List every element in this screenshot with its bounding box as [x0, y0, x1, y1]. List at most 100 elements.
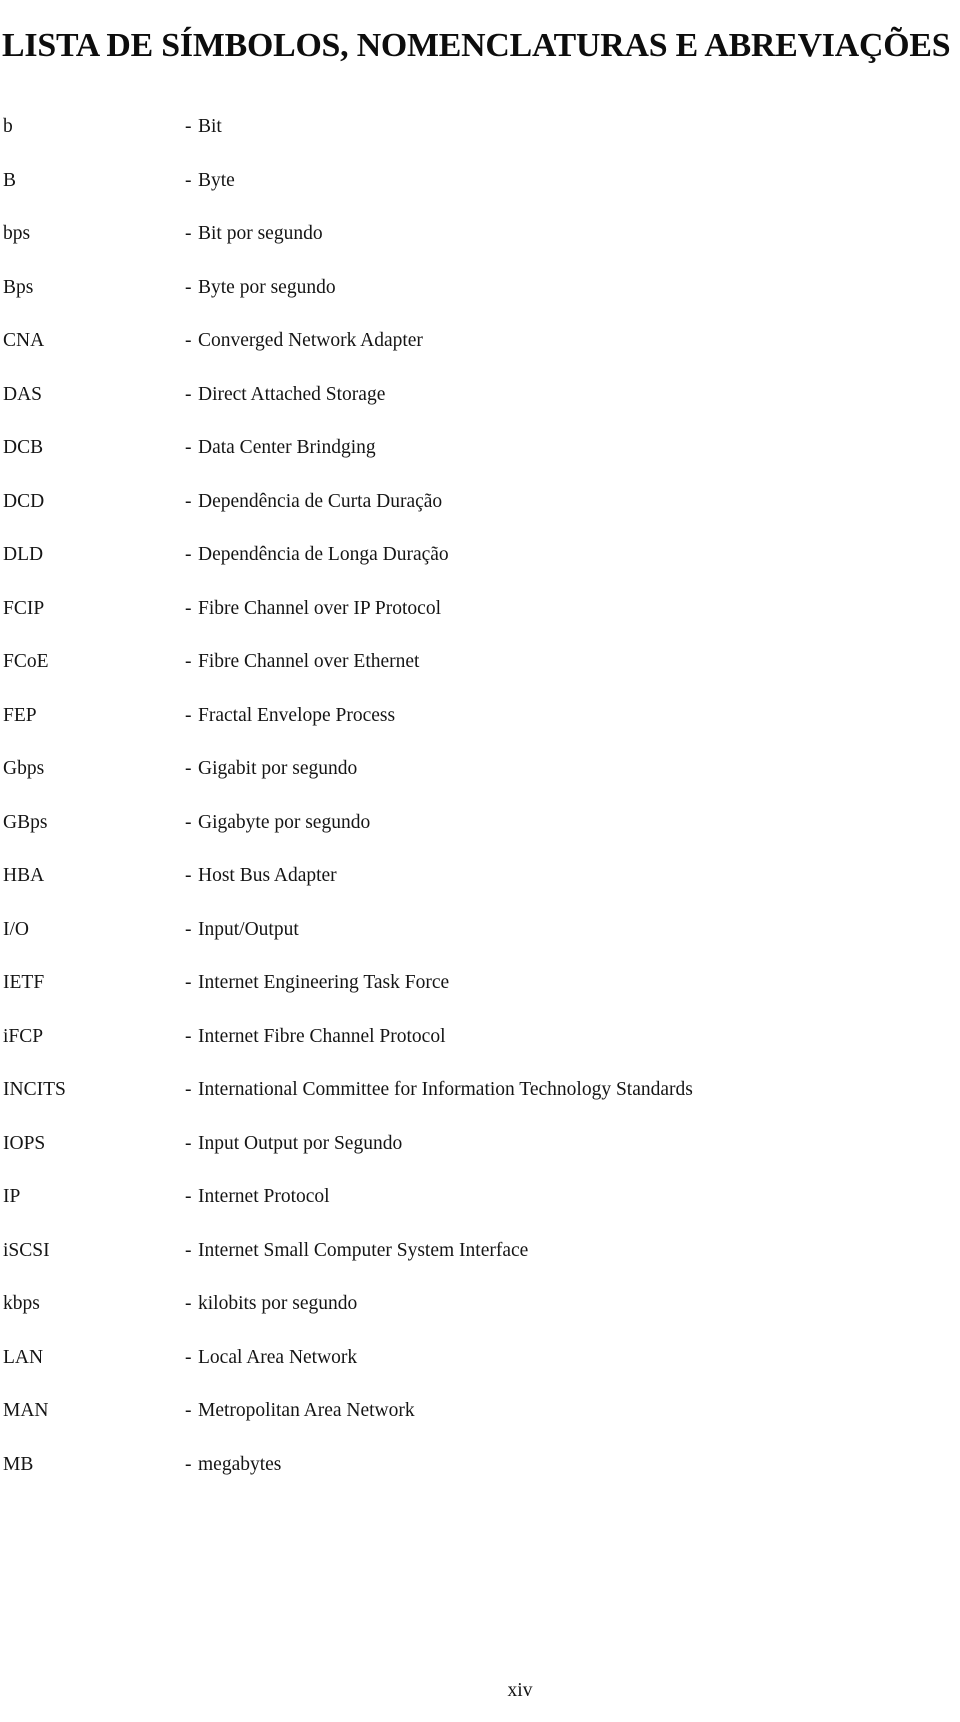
- abbreviation-separator-dash: -: [185, 704, 192, 726]
- abbreviation-row: DCB - Data Center Brindging: [0, 433, 960, 487]
- abbreviation-row: CNA - Converged Network Adapter: [0, 326, 960, 380]
- abbreviation-row: DCD - Dependência de Curta Duração: [0, 487, 960, 541]
- abbreviation-separator-dash: -: [185, 651, 192, 672]
- abbreviation-row: DLD - Dependência de Longa Duração: [0, 540, 960, 594]
- abbreviation-term: HBA: [3, 865, 45, 886]
- abbreviation-row: DAS - Direct Attached Storage: [0, 380, 960, 434]
- abbreviation-term: INCITS: [3, 1079, 66, 1100]
- abbreviation-separator-dash: -: [185, 1132, 192, 1154]
- abbreviation-term: I/O: [3, 918, 29, 940]
- abbreviation-row: IP - Internet Protocol: [0, 1182, 960, 1236]
- abbreviation-term: GBps: [3, 811, 48, 833]
- abbreviation-separator-dash: -: [185, 276, 192, 298]
- abbreviation-term: DCD: [3, 490, 45, 512]
- abbreviation-separator-dash: -: [185, 544, 192, 565]
- abbreviation-separator-dash: -: [185, 1079, 192, 1100]
- abbreviation-term: LAN: [3, 1346, 44, 1368]
- abbreviation-definition: Dependência de Curta Duração: [198, 490, 443, 512]
- abbreviation-term: iFCP: [3, 1025, 44, 1047]
- abbreviation-term: Bps: [3, 276, 34, 298]
- abbreviation-definition: Input/Output: [198, 918, 299, 940]
- abbreviation-row: MAN - Metropolitan Area Network: [0, 1396, 960, 1450]
- abbreviation-separator-dash: -: [185, 1186, 192, 1207]
- abbreviation-separator-dash: -: [185, 169, 192, 191]
- abbreviation-definition: International Committee for Information …: [198, 1079, 693, 1100]
- abbreviation-row: INCITS - International Committee for Infor…: [0, 1075, 960, 1129]
- abbreviation-separator-dash: -: [185, 490, 192, 512]
- abbreviation-definition: Direct Attached Storage: [198, 383, 386, 405]
- abbreviation-separator-dash: -: [185, 972, 192, 993]
- abbreviation-separator-dash: -: [185, 1400, 192, 1421]
- abbreviation-definition: Gigabit por segundo: [198, 758, 358, 779]
- abbreviation-term: FEP: [3, 704, 37, 726]
- page-title: LISTA DE SÍMBOLOS, NOMENCLATURAS E ABREV…: [2, 26, 951, 64]
- abbreviation-term: IETF: [3, 972, 45, 993]
- abbreviation-row: IOPS - Input Output por Segundo: [0, 1129, 960, 1183]
- abbreviation-row: MB - megabytes: [0, 1450, 960, 1504]
- abbreviation-term: iSCSI: [3, 1239, 50, 1261]
- abbreviation-row: IETF - Internet Engineering Task Force: [0, 968, 960, 1022]
- abbreviation-row: bps - Bit por segundo: [0, 219, 960, 273]
- abbreviation-definition: Internet Protocol: [198, 1186, 330, 1207]
- abbreviation-separator-dash: -: [185, 918, 192, 940]
- abbreviation-separator-dash: -: [185, 865, 192, 886]
- abbreviation-term: FCIP: [3, 597, 45, 619]
- abbreviation-definition: Byte: [198, 169, 235, 191]
- abbreviation-row: B - Byte: [0, 166, 960, 220]
- abbreviation-definition: Gigabyte por segundo: [198, 811, 371, 833]
- abbreviation-row: HBA - Host Bus Adapter: [0, 861, 960, 915]
- abbreviation-row: FCoE - Fibre Channel over Ethernet: [0, 647, 960, 701]
- abbreviation-definition: megabytes: [198, 1453, 282, 1475]
- abbreviation-definition: Host Bus Adapter: [198, 865, 337, 886]
- abbreviation-term: DAS: [3, 383, 43, 405]
- abbreviation-term: bps: [3, 223, 31, 244]
- abbreviation-definition: Internet Fibre Channel Protocol: [198, 1025, 446, 1047]
- abbreviation-row: b - Bit: [0, 112, 960, 166]
- abbreviation-definition: Bit por segundo: [198, 223, 323, 244]
- abbreviation-term: DLD: [3, 544, 44, 565]
- abbreviation-term: IOPS: [3, 1132, 46, 1154]
- abbreviation-term: FCoE: [3, 651, 49, 672]
- document-page: LISTA DE SÍMBOLOS, NOMENCLATURAS E ABREV…: [0, 0, 960, 1722]
- page-number-folio: xiv: [507, 1680, 533, 1701]
- abbreviation-definition: Dependência de Longa Duração: [198, 544, 449, 565]
- abbreviation-definition: Metropolitan Area Network: [198, 1400, 415, 1421]
- abbreviation-separator-dash: -: [185, 223, 192, 244]
- abbreviation-separator-dash: -: [185, 437, 192, 458]
- abbreviation-row: GBps - Gigabyte por segundo: [0, 808, 960, 862]
- abbreviation-separator-dash: -: [185, 1239, 192, 1261]
- abbreviation-row: Bps - Byte por segundo: [0, 273, 960, 327]
- abbreviation-definition: Data Center Brindging: [198, 437, 376, 458]
- abbreviation-definition: Bit: [198, 116, 222, 137]
- abbreviation-term: b: [3, 116, 13, 137]
- abbreviation-row: kbps - kilobits por segundo: [0, 1289, 960, 1343]
- abbreviation-row: Gbps - Gigabit por segundo: [0, 754, 960, 808]
- abbreviation-term: MB: [3, 1453, 34, 1475]
- abbreviation-separator-dash: -: [185, 1453, 192, 1475]
- abbreviation-term: DCB: [3, 437, 44, 458]
- abbreviation-term: kbps: [3, 1293, 40, 1314]
- abbreviation-separator-dash: -: [185, 1293, 192, 1314]
- abbreviation-term: IP: [3, 1186, 21, 1207]
- abbreviation-definition: Fibre Channel over Ethernet: [198, 651, 420, 672]
- abbreviation-term: B: [3, 169, 17, 191]
- abbreviation-definition: Fractal Envelope Process: [198, 704, 396, 726]
- abbreviation-definition: kilobits por segundo: [198, 1293, 358, 1314]
- abbreviation-separator-dash: -: [185, 383, 192, 405]
- abbreviation-definition: Internet Small Computer System Interface: [198, 1239, 529, 1261]
- abbreviation-definition: Converged Network Adapter: [198, 330, 423, 351]
- abbreviation-separator-dash: -: [185, 758, 192, 779]
- abbreviation-separator-dash: -: [185, 116, 192, 137]
- abbreviation-term: CNA: [3, 330, 45, 351]
- abbreviation-row: LAN - Local Area Network: [0, 1343, 960, 1397]
- abbreviation-separator-dash: -: [185, 1346, 192, 1368]
- abbreviation-separator-dash: -: [185, 1025, 192, 1047]
- abbreviation-row: FCIP - Fibre Channel over IP Protocol: [0, 594, 960, 648]
- abbreviation-row: iSCSI - Internet Small Computer System Int…: [0, 1236, 960, 1290]
- abbreviation-definition: Internet Engineering Task Force: [198, 972, 450, 993]
- abbreviation-separator-dash: -: [185, 597, 192, 619]
- abbreviation-definition: Fibre Channel over IP Protocol: [198, 597, 441, 619]
- abbreviation-definition: Local Area Network: [198, 1346, 358, 1368]
- abbreviation-term: Gbps: [3, 758, 45, 779]
- abbreviation-row: iFCP - Internet Fibre Channel Protocol: [0, 1022, 960, 1076]
